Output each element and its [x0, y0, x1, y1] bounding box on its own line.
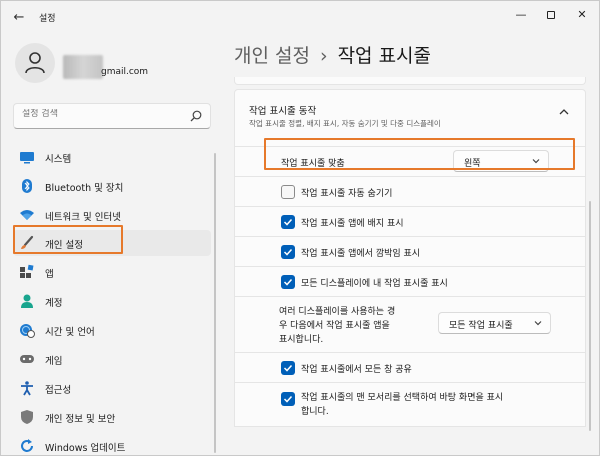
checkmark-icon [283, 395, 293, 403]
main-scrollbar[interactable] [589, 201, 591, 431]
option-label: 작업 표시줄에서 모든 창 공유 [301, 365, 412, 375]
shield-icon [21, 410, 33, 424]
option-row: 작업 표시줄 자동 숨기기 [234, 177, 586, 207]
share-windows-checkbox[interactable] [281, 361, 295, 375]
previous-group-edge [234, 77, 586, 85]
sidebar-item-bluetooth[interactable]: Bluetooth 및 장치 [13, 173, 211, 199]
group-subtitle: 작업 표시줄 정렬, 배지 표시, 자동 숨기기 및 다중 디스플레이 [249, 119, 441, 128]
bluetooth-icon [22, 179, 32, 193]
sidebar-item-apps[interactable]: 앱 [13, 259, 211, 285]
multi-display-value: 모든 작업 표시줄 [449, 321, 513, 331]
sidebar-item-label: Bluetooth 및 장치 [45, 183, 124, 194]
breadcrumb-parent[interactable]: 개인 설정 [234, 45, 310, 67]
option-label: 모든 디스플레이에 내 작업 표시줄 표시 [301, 279, 448, 289]
highlight-personalization [13, 225, 123, 254]
multi-display-dropdown[interactable]: 모든 작업 표시줄 [438, 312, 551, 334]
sidebar-item-time-language[interactable]: 시간 및 언어 [13, 317, 211, 343]
email-redacted [63, 55, 103, 79]
breadcrumb: 개인 설정 › 작업 표시줄 [234, 41, 431, 68]
option-label-line2: 합니다. [301, 407, 329, 417]
sidebar-item-accounts[interactable]: 계정 [13, 288, 211, 314]
apps-icon [20, 264, 34, 278]
sidebar-scrollbar[interactable] [214, 153, 216, 453]
globe-clock-icon [20, 324, 35, 338]
multi-display-label-3: 표시합니다. [279, 335, 324, 345]
option-row: 모든 디스플레이에 내 작업 표시줄 표시 [234, 267, 586, 297]
account-email: gmail.com [101, 67, 149, 77]
avatar[interactable] [15, 43, 55, 83]
maximize-icon [547, 11, 555, 19]
option-label: 작업 표시줄 앱에 배지 표시 [301, 219, 404, 229]
maximize-button[interactable] [537, 3, 565, 27]
option-label: 작업 표시줄 자동 숨기기 [301, 189, 393, 199]
sidebar-item-system[interactable]: 시스템 [13, 144, 211, 170]
multi-display-row: 여러 디스플레이를 사용하는 경 우 다음에서 작업 표시줄 앱을 표시합니다.… [234, 297, 586, 353]
highlight-alignment [264, 138, 575, 170]
settings-panel: 작업 표시줄 동작 작업 표시줄 정렬, 배지 표시, 자동 숨기기 및 다중 … [234, 77, 586, 455]
chevron-up-icon [559, 109, 569, 115]
checkmark-icon [283, 278, 293, 286]
sidebar-item-label: 계정 [45, 298, 63, 309]
wifi-icon [20, 210, 34, 220]
search-box[interactable] [13, 103, 211, 129]
chevron-down-icon [534, 321, 542, 326]
sidebar-item-label: 시간 및 언어 [45, 327, 95, 338]
multi-display-label-2: 우 다음에서 작업 표시줄 앱을 [279, 321, 390, 331]
back-arrow-icon[interactable]: ← [9, 9, 29, 27]
sidebar-item-label: 앱 [45, 269, 54, 280]
person-avatar-icon [25, 52, 45, 74]
badges-checkbox[interactable] [281, 215, 295, 229]
sidebar-item-gaming[interactable]: 게임 [13, 346, 211, 372]
option-label: 작업 표시줄 앱에서 깜박임 표시 [301, 249, 421, 259]
sidebar-item-accessibility[interactable]: 접근성 [13, 375, 211, 401]
option-row: 작업 표시줄에서 모든 창 공유 [234, 353, 586, 383]
flashing-checkbox[interactable] [281, 245, 295, 259]
search-icon [190, 110, 202, 122]
multi-display-label-1: 여러 디스플레이를 사용하는 경 [279, 307, 396, 317]
show-desktop-checkbox[interactable] [281, 392, 295, 406]
settings-window: ← 설정 — ✕ gmail.com 시스템 [0, 0, 600, 456]
sidebar-item-windows-update[interactable]: Windows 업데이트 [13, 433, 211, 455]
sidebar-item-label: 개인 정보 및 보안 [45, 414, 116, 425]
person-icon [21, 294, 33, 308]
option-row: 작업 표시줄의 맨 모서리를 선택하여 바탕 화면을 표시 합니다. [234, 383, 586, 427]
option-label-line1: 작업 표시줄의 맨 모서리를 선택하여 바탕 화면을 표시 [301, 393, 504, 403]
sidebar-item-label: 네트워크 및 인터넷 [45, 212, 121, 223]
update-icon [21, 439, 33, 452]
breadcrumb-separator: › [319, 45, 328, 67]
autohide-checkbox[interactable] [281, 185, 295, 199]
all-displays-checkbox[interactable] [281, 275, 295, 289]
sidebar-item-label: 시스템 [45, 154, 72, 165]
app-title: 설정 [39, 14, 56, 24]
accessibility-icon [21, 381, 33, 396]
group-title: 작업 표시줄 동작 [249, 106, 317, 117]
sidebar-item-label: 게임 [45, 356, 63, 367]
option-row: 작업 표시줄 앱에서 깜박임 표시 [234, 237, 586, 267]
checkmark-icon [283, 364, 293, 372]
option-row: 작업 표시줄 앱에 배지 표시 [234, 207, 586, 237]
checkmark-icon [283, 248, 293, 256]
sidebar-item-label: 접근성 [45, 385, 72, 396]
monitor-icon [20, 152, 34, 164]
minimize-button[interactable]: — [507, 3, 535, 27]
checkmark-icon [283, 218, 293, 226]
sidebar-item-label: Windows 업데이트 [45, 443, 126, 454]
gamepad-icon [20, 355, 34, 363]
title-bar: ← 설정 — ✕ [1, 1, 599, 35]
sidebar-item-privacy[interactable]: 개인 정보 및 보안 [13, 404, 211, 430]
close-button[interactable]: ✕ [568, 3, 596, 27]
page-title: 작업 표시줄 [337, 45, 432, 67]
search-input[interactable] [22, 109, 182, 119]
